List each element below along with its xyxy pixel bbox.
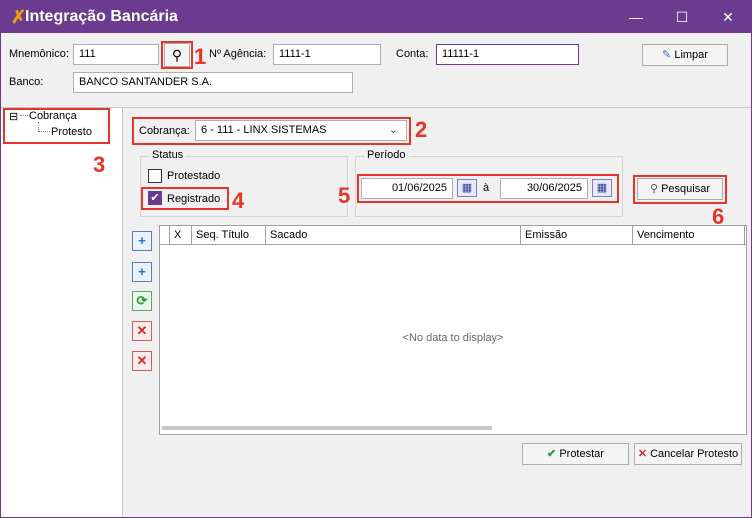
protestar-label: Protestar <box>559 448 604 460</box>
grid-column-header[interactable]: Emissão <box>521 226 633 245</box>
delete-icon[interactable]: ✕ <box>132 321 152 341</box>
agencia-label: Nº Agência: <box>209 48 267 60</box>
checkmark-icon: ✔ <box>547 448 557 460</box>
agencia-field[interactable]: 1111-1 <box>273 44 381 65</box>
protestado-checkbox[interactable] <box>148 169 162 183</box>
add-multiple-icon[interactable]: + <box>132 262 152 282</box>
conta-field[interactable]: 11111-1 <box>436 44 579 65</box>
status-group-title: Status <box>149 149 187 161</box>
limpar-button[interactable]: ✎ Limpar <box>642 44 728 66</box>
mnemonico-label: Mnemônico: <box>9 48 69 60</box>
grid-empty-message: <No data to display> <box>402 332 504 344</box>
limpar-label: Limpar <box>674 49 708 61</box>
annotation-box-1 <box>161 41 193 69</box>
window-title: Integração Bancária <box>25 8 178 25</box>
refresh-icon[interactable]: ⟳ <box>132 291 152 311</box>
annotation-number-1: 1 <box>194 44 207 69</box>
annotation-box-3 <box>3 108 110 144</box>
protestado-label: Protestado <box>167 170 221 182</box>
grid-header-indicator <box>160 226 170 245</box>
periodo-group-title: Período <box>364 149 409 161</box>
close-button[interactable]: ✕ <box>705 1 751 33</box>
grid-column-header[interactable]: Sacado <box>266 226 521 245</box>
minimize-button[interactable]: — <box>613 1 659 33</box>
annotation-box-6 <box>633 175 727 204</box>
annotation-number-2: 2 <box>415 117 428 142</box>
grid-header: X Seq. Título Sacado Emissão Vencimento <box>160 226 746 245</box>
conta-label: Conta: <box>396 48 429 60</box>
results-grid: X Seq. Título Sacado Emissão Vencimento … <box>159 225 747 435</box>
cancelar-protesto-label: Cancelar Protesto <box>650 448 739 460</box>
banco-field[interactable]: BANCO SANTANDER S.A. <box>73 72 353 93</box>
lightning-icon: ✗ <box>11 7 27 27</box>
maximize-button[interactable]: ☐ <box>659 1 705 33</box>
add-icon[interactable]: + <box>132 231 152 251</box>
main-window: ✗ Integração Bancária — ☐ ✕ Mnemônico: 1… <box>0 0 752 518</box>
annotation-box-5 <box>357 174 619 203</box>
grid-column-header[interactable]: Vencimento <box>633 226 745 245</box>
banco-label: Banco: <box>9 76 44 88</box>
mnemonico-field[interactable]: 111 <box>73 44 159 65</box>
cancel-icon: ✕ <box>637 448 648 460</box>
annotation-number-3: 3 <box>93 152 106 177</box>
annotation-number-5: 5 <box>338 183 351 208</box>
grid-horizontal-scrollbar[interactable] <box>162 426 492 430</box>
annotation-number-4: 4 <box>232 188 245 213</box>
cancelar-protesto-button[interactable]: ✕ Cancelar Protesto <box>634 443 742 465</box>
protestar-button[interactable]: ✔ Protestar <box>522 443 629 465</box>
grid-column-header[interactable]: X <box>170 226 192 245</box>
title-bar: ✗ Integração Bancária — ☐ ✕ <box>1 1 751 33</box>
grid-column-header[interactable]: Seq. Título <box>192 226 266 245</box>
eraser-icon: ✎ <box>662 49 672 61</box>
annotation-box-4 <box>141 187 229 210</box>
delete-multiple-icon[interactable]: ✕ <box>132 351 152 371</box>
annotation-box-2 <box>132 117 411 145</box>
